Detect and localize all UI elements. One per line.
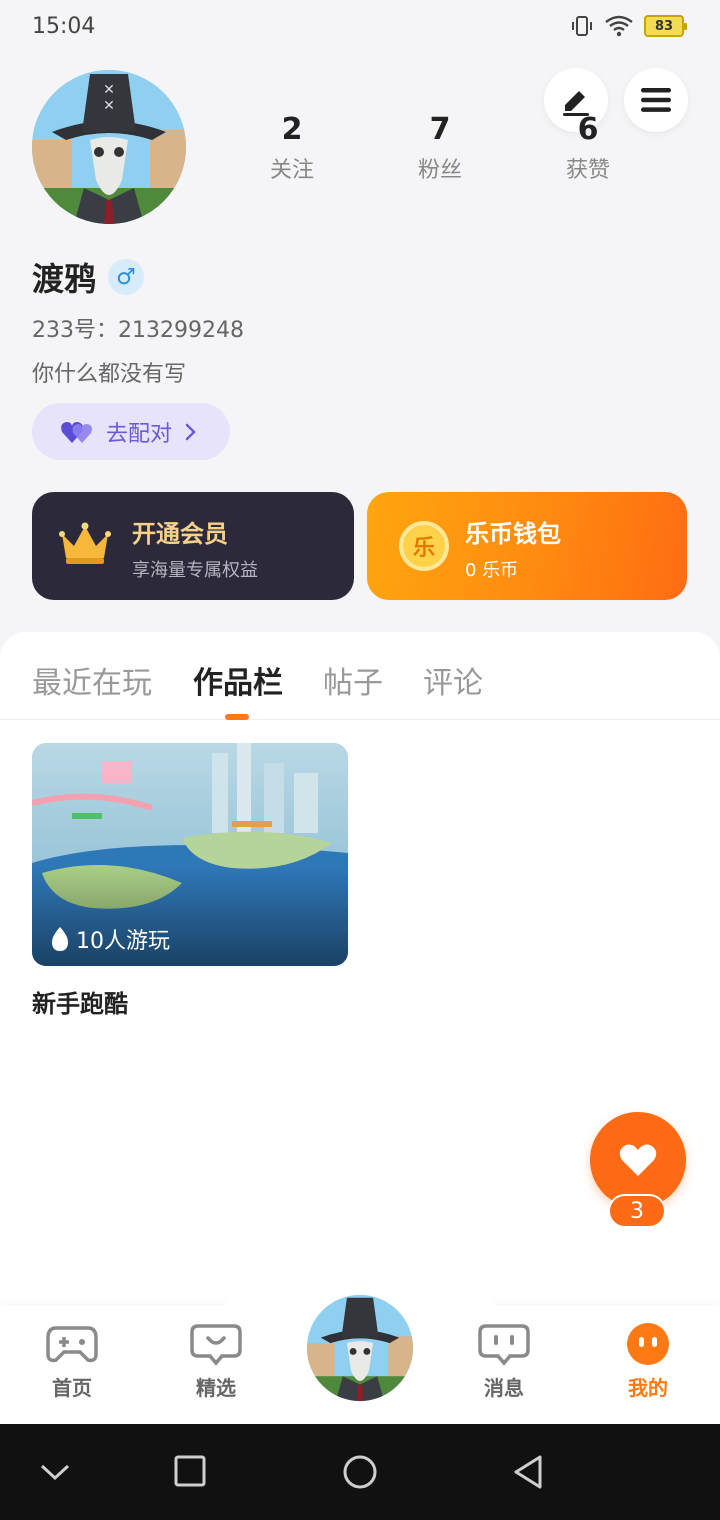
- stat-value: 2: [281, 112, 303, 147]
- tab-indicator: [225, 714, 249, 720]
- like-count-badge: 3: [608, 1194, 666, 1228]
- stat-value: 6: [577, 112, 599, 147]
- svg-text:✕: ✕: [103, 98, 115, 114]
- recents-square-icon[interactable]: [174, 1454, 206, 1490]
- play-count: 10人游玩: [50, 923, 170, 955]
- vibrate-icon: [572, 16, 592, 36]
- crown-icon: [59, 522, 111, 564]
- heart-chat-icon: [190, 1324, 242, 1366]
- stat-likes[interactable]: 6 获赞: [543, 110, 633, 184]
- stat-label: 粉丝: [417, 158, 462, 183]
- wallet-card-title: 乐币钱包: [465, 520, 561, 548]
- message-icon: [478, 1324, 530, 1366]
- tab-bar: 最近在玩 作品栏 帖子 评论: [0, 632, 720, 720]
- nav-featured[interactable]: 精选: [166, 1322, 266, 1401]
- stat-value: 7: [429, 112, 451, 147]
- work-card[interactable]: 10人游玩: [32, 743, 348, 966]
- wallet-card[interactable]: 乐 乐币钱包 0 乐币: [367, 492, 687, 600]
- stat-label: 获赞: [565, 158, 610, 183]
- nav-messages-label: 消息: [484, 1376, 524, 1400]
- nav-center-avatar[interactable]: [304, 1292, 416, 1404]
- avatar-image: ✕ ✕: [32, 70, 186, 224]
- work-title[interactable]: 新手跑酷: [32, 984, 128, 1019]
- status-bar: 15:04 83: [0, 0, 720, 56]
- home-circle-icon[interactable]: [342, 1454, 378, 1490]
- tab-recent[interactable]: 最近在玩: [32, 658, 152, 702]
- stat-label: 关注: [269, 158, 314, 183]
- match-button[interactable]: 去配对: [32, 403, 230, 460]
- nav-featured-label: 精选: [196, 1376, 236, 1400]
- svg-text:✕: ✕: [103, 82, 115, 98]
- bio-text: 你什么都没有写: [32, 362, 187, 387]
- back-triangle-icon[interactable]: [512, 1454, 544, 1490]
- avatar-image: [307, 1295, 413, 1401]
- flame-icon: [52, 927, 68, 951]
- nav-me[interactable]: 我的: [598, 1322, 698, 1401]
- match-button-label: 去配对: [106, 421, 173, 447]
- coin-icon: 乐: [399, 521, 449, 571]
- play-count-text: 10人游玩: [76, 929, 170, 954]
- stat-followers[interactable]: 7 粉丝: [395, 110, 485, 184]
- nav-home[interactable]: 首页: [22, 1322, 122, 1401]
- stat-following[interactable]: 2 关注: [247, 110, 337, 184]
- status-time: 15:04: [32, 14, 96, 39]
- profile-avatar[interactable]: ✕ ✕: [32, 70, 186, 224]
- heart-icon: [619, 1144, 657, 1176]
- chevron-right-icon: [185, 423, 196, 440]
- status-icons: 83: [570, 14, 687, 38]
- user-id: 233号：213299248: [32, 318, 244, 343]
- menu-icon: [641, 88, 671, 112]
- vip-card-title: 开通会员: [132, 520, 228, 548]
- tab-works[interactable]: 作品栏: [193, 658, 283, 702]
- battery-indicator: 83: [644, 15, 687, 37]
- vip-card-subtitle: 享海量专属权益: [132, 560, 258, 581]
- system-nav-bar: [0, 1424, 720, 1520]
- username-row: 渡鸦 ♂: [32, 254, 145, 300]
- username: 渡鸦: [32, 260, 97, 298]
- nav-home-label: 首页: [52, 1376, 92, 1400]
- wifi-icon: [605, 15, 633, 37]
- vip-card[interactable]: 开通会员 享海量专属权益: [32, 492, 354, 600]
- tab-comments[interactable]: 评论: [423, 658, 483, 702]
- nav-messages[interactable]: 消息: [454, 1322, 554, 1401]
- gamepad-icon: [46, 1326, 98, 1363]
- nav-me-label: 我的: [628, 1376, 668, 1400]
- chevron-down-icon[interactable]: [40, 1454, 70, 1490]
- gender-male-icon: ♂: [108, 259, 145, 295]
- double-heart-icon: [61, 421, 92, 443]
- tab-posts[interactable]: 帖子: [323, 658, 383, 702]
- face-icon: [627, 1323, 669, 1365]
- wallet-card-subtitle: 0 乐币: [465, 560, 519, 581]
- menu-button[interactable]: [624, 68, 688, 132]
